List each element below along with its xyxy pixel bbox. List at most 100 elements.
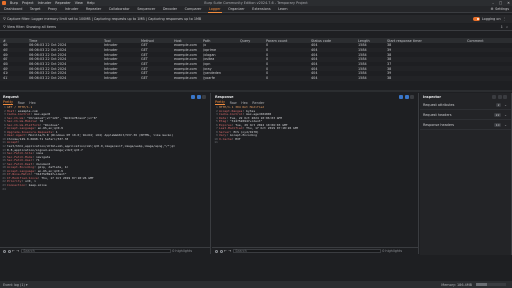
section-count-badge: 22	[494, 112, 501, 117]
column-header[interactable]: Method	[139, 39, 172, 43]
tab-repeater[interactable]: Repeater	[85, 6, 102, 13]
response-pane: Response Pretty Raw Hex Render 1 HTTP/1.1…	[212, 93, 419, 254]
tab-sequencer[interactable]: Sequencer	[136, 6, 156, 13]
column-header[interactable]: Comment	[465, 39, 512, 43]
column-header[interactable]: Path	[201, 39, 238, 43]
settings-label: Settings	[495, 7, 509, 11]
capture-filter-bar[interactable]: ⛛ Capture filter: Logger memory limit se…	[0, 15, 512, 23]
table-cell: 38	[387, 76, 392, 81]
table-cell: Intruder	[104, 66, 118, 71]
settings-button[interactable]: ⚙ Settings	[491, 7, 509, 11]
tab-proxy[interactable]: Proxy	[47, 6, 58, 13]
table-cell: 1584	[358, 43, 367, 48]
layout-split-icon[interactable]	[191, 94, 195, 99]
minimize-button[interactable]: –	[492, 1, 494, 5]
memory-usage-text: Memory: 186.4MB	[441, 282, 472, 287]
tab-learn[interactable]: Learn	[277, 6, 288, 13]
help-icon[interactable]	[215, 249, 218, 253]
layout-horizontal-icon[interactable]	[404, 94, 409, 99]
table-cell: /xray	[203, 66, 212, 71]
split-divider[interactable]	[0, 90, 512, 92]
search-icon[interactable]: ⌕	[506, 25, 508, 29]
menu-repeater[interactable]: Repeater	[55, 1, 70, 5]
column-header[interactable]: Param count	[264, 39, 309, 43]
request-title-text: Request	[3, 94, 19, 99]
table-cell: 1584	[358, 48, 367, 53]
column-header[interactable]: Status code	[309, 39, 356, 43]
table-cell: 1584	[358, 66, 367, 71]
settings-icon[interactable]	[219, 249, 223, 253]
layout-vertical-icon[interactable]	[410, 94, 414, 99]
main-tabs: Dashboard Target Proxy Intruder Repeater…	[0, 6, 512, 13]
layout-icon[interactable]	[492, 94, 496, 99]
tab-dashboard[interactable]: Dashboard	[3, 6, 23, 13]
memory-usage-bar	[476, 283, 506, 286]
view-filter-bar[interactable]: ⛛ View filter: Showing all items ⇩ ⌕	[0, 24, 512, 31]
settings-icon[interactable]	[7, 249, 11, 253]
tab-raw[interactable]: Raw	[230, 101, 237, 105]
burp-logo-icon	[2, 1, 6, 5]
response-search-input[interactable]: Search	[232, 248, 381, 254]
close-icon[interactable]	[503, 94, 507, 99]
table-cell: 06:06:03 22 Oct 2024	[29, 57, 67, 62]
event-log-button[interactable]: Event log (1) ▾	[3, 283, 28, 287]
menu-help[interactable]: Help	[87, 1, 95, 5]
close-button[interactable]: ✕	[507, 1, 510, 5]
menu-view[interactable]: View	[75, 1, 83, 5]
tab-comparer[interactable]: Comparer	[184, 6, 203, 13]
column-header[interactable]: Start response timer	[385, 39, 465, 43]
tab-raw[interactable]: Raw	[18, 101, 25, 105]
tab-render[interactable]: Render	[252, 101, 264, 105]
layout-vertical-icon[interactable]	[202, 94, 206, 99]
table-cell: 1584	[358, 76, 367, 81]
help-icon[interactable]	[3, 249, 6, 253]
tab-hex[interactable]: Hex	[29, 101, 36, 105]
more-options-icon[interactable]: ⋮	[503, 17, 506, 21]
forward-icon[interactable]: →	[228, 249, 231, 253]
layout-split-icon[interactable]	[399, 94, 403, 99]
table-cell: Intruder	[104, 62, 118, 67]
table-cell: 06:06:03 22 Oct 2024	[29, 66, 67, 71]
tab-extensions[interactable]: Extensions	[251, 6, 271, 13]
request-search-input[interactable]: Search	[20, 248, 171, 254]
table-cell: 37	[387, 62, 392, 67]
table-cell: 38	[387, 43, 392, 48]
menu-project[interactable]: Project	[22, 1, 34, 5]
column-header[interactable]: Tool	[102, 39, 139, 43]
column-header[interactable]: Length	[356, 39, 385, 43]
forward-icon[interactable]: →	[16, 249, 19, 253]
tab-logger[interactable]: Logger	[207, 6, 222, 13]
tab-intruder[interactable]: Intruder	[64, 6, 80, 13]
back-icon[interactable]: ←	[224, 249, 227, 253]
tab-decoder[interactable]: Decoder	[162, 6, 178, 13]
inspector-section-response-headers[interactable]: Response headers 10 ⌄	[420, 120, 511, 130]
table-cell: Intruder	[104, 71, 118, 76]
table-cell: 1584	[358, 62, 367, 67]
maximize-button[interactable]: □	[499, 1, 502, 5]
tab-hex[interactable]: Hex	[241, 101, 248, 105]
inspector-section-request-headers[interactable]: Request headers 22 ⌄	[420, 110, 511, 120]
settings-icon[interactable]	[497, 94, 502, 99]
logging-toggle[interactable]	[472, 17, 480, 21]
table-cell: 06:06:03 22 Oct 2024	[29, 48, 67, 53]
column-header[interactable]: Host	[172, 39, 201, 43]
tab-collaborator[interactable]: Collaborator	[108, 6, 131, 13]
menu-intruder[interactable]: Intruder	[38, 1, 52, 5]
layout-horizontal-icon[interactable]	[196, 94, 201, 99]
response-editor[interactable]: 1 HTTP/1.1 304 Not Modified 2 Accept-Ranges…	[212, 105, 418, 145]
inspector-section-request-attributes[interactable]: Request attributes 2 ⌄	[420, 100, 511, 110]
back-icon[interactable]: ←	[12, 249, 15, 253]
table-cell: 1584	[358, 52, 367, 57]
tab-target[interactable]: Target	[29, 6, 42, 13]
export-icon[interactable]: ⇩	[500, 25, 503, 29]
table-cell: 408	[3, 62, 8, 67]
table-cell: /xpn	[203, 62, 211, 67]
menu-burp[interactable]: Burp	[10, 1, 18, 5]
table-row[interactable]: 411 06:06:03 22 Oct 2024 Intruder GET exampl…	[0, 75, 512, 81]
table-cell: 0	[266, 52, 269, 57]
tab-organizer[interactable]: Organizer	[227, 6, 246, 13]
column-header[interactable]: Time	[26, 39, 102, 43]
column-header[interactable]: Query	[238, 39, 264, 43]
request-editor[interactable]: 1 GET / HTTP/1.1 2 Host: example.com 3 Cache-…	[0, 105, 210, 191]
column-header[interactable]: #	[0, 39, 8, 43]
